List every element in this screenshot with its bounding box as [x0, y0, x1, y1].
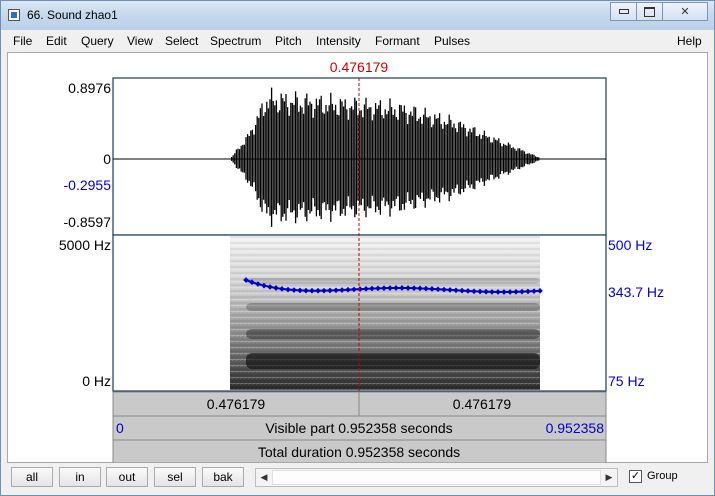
horizontal-scrollbar[interactable]: ◀ ▶: [255, 468, 618, 487]
zoom-all-button[interactable]: all: [11, 467, 53, 487]
minimize-icon[interactable]: [610, 2, 637, 21]
scroll-left-icon[interactable]: ◀: [256, 469, 272, 486]
group-label: Group: [647, 470, 678, 482]
bottom-toolbar: all in out sel bak ◀ ▶ ✓ Group: [7, 463, 708, 491]
editor-panel: 0.8976 0 -0.2955 -0.8597 5000 Hz 0 Hz 50…: [7, 52, 709, 464]
visible-start-label: 0: [116, 420, 124, 436]
spectrogram-freq-bottom: 0 Hz: [82, 373, 111, 389]
menu-spectrum[interactable]: Spectrum: [210, 34, 261, 48]
menu-edit[interactable]: Edit: [46, 34, 67, 48]
menu-intensity[interactable]: Intensity: [316, 34, 361, 48]
menu-formant[interactable]: Formant: [375, 34, 420, 48]
app-icon: [8, 9, 20, 21]
pitch-top-label: 500 Hz: [608, 237, 652, 253]
formant-band-3: [246, 303, 540, 311]
formant-band-1: [246, 353, 540, 369]
menu-file[interactable]: File: [13, 34, 32, 48]
segment-right-label: 0.476179: [453, 396, 512, 412]
formant-band-4: [246, 278, 540, 284]
praat-sound-window: 66. Sound zhao1 ✕ File Edit Query View S…: [0, 0, 715, 496]
scroll-right-icon[interactable]: ▶: [601, 469, 617, 486]
menu-select[interactable]: Select: [165, 34, 198, 48]
zoom-in-button[interactable]: in: [59, 467, 101, 487]
zoom-sel-button[interactable]: sel: [154, 467, 196, 487]
zoom-out-button[interactable]: out: [106, 467, 148, 487]
window-title: 66. Sound zhao1: [27, 8, 118, 22]
visible-part-label: Visible part 0.952358 seconds: [265, 420, 452, 436]
formant-band-2: [246, 329, 540, 339]
cursor-time-label: 0.476179: [330, 59, 389, 75]
scrollbar-thumb[interactable]: [272, 470, 601, 485]
close-icon[interactable]: ✕: [662, 2, 708, 21]
pitch-bottom-label: 75 Hz: [608, 373, 645, 389]
total-duration-label: Total duration 0.952358 seconds: [258, 444, 460, 460]
waveform-max-label: 0.8976: [68, 80, 111, 96]
maximize-icon[interactable]: [636, 2, 663, 21]
menu-query[interactable]: Query: [81, 34, 114, 48]
waveform-min-label: -0.8597: [64, 214, 112, 230]
menu-view[interactable]: View: [127, 34, 153, 48]
visible-end-label: 0.952358: [546, 420, 605, 436]
zoom-back-button[interactable]: bak: [202, 467, 244, 487]
title-bar: 66. Sound zhao1 ✕: [1, 1, 714, 30]
group-checkbox[interactable]: ✓: [629, 470, 642, 483]
waveform-zero-label: 0: [103, 151, 111, 167]
menu-pulses[interactable]: Pulses: [434, 34, 470, 48]
segment-left-label: 0.476179: [207, 396, 266, 412]
menu-pitch[interactable]: Pitch: [275, 34, 302, 48]
pitch-cursor-label: 343.7 Hz: [608, 284, 664, 300]
editor-canvas[interactable]: 0.8976 0 -0.2955 -0.8597 5000 Hz 0 Hz 50…: [8, 53, 709, 464]
waveform-cursor-value: -0.2955: [64, 177, 112, 193]
menu-help[interactable]: Help: [677, 34, 702, 48]
menu-bar: File Edit Query View Select Spectrum Pit…: [7, 31, 708, 51]
spectrogram-freq-top: 5000 Hz: [59, 237, 111, 253]
